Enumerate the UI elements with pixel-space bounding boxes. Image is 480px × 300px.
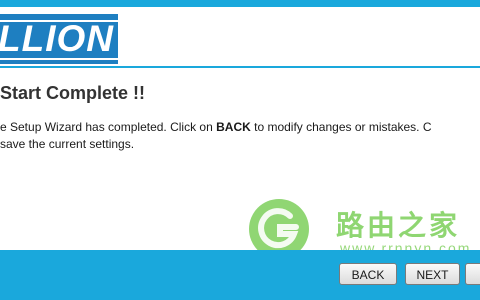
message-line1-suffix: to modify changes or mistakes. C xyxy=(250,120,432,134)
logo-text: LLION xyxy=(0,18,114,59)
completion-message: e Setup Wizard has completed. Click on B… xyxy=(0,119,432,153)
apply-button-partial[interactable] xyxy=(465,263,480,285)
brand-logo: LLION xyxy=(0,14,118,64)
page-title: Start Complete !! xyxy=(0,83,146,103)
watermark-text: 路由之家 xyxy=(336,210,461,241)
top-accent-strip xyxy=(0,0,480,7)
message-line-2: save the current settings. xyxy=(0,137,135,151)
message-line-1: e Setup Wizard has completed. Click on B… xyxy=(0,119,432,136)
next-button[interactable]: NEXT xyxy=(405,263,460,285)
back-button[interactable]: BACK xyxy=(339,263,397,285)
message-back-keyword: BACK xyxy=(216,120,251,134)
message-line1-prefix: e Setup Wizard has completed. Click on xyxy=(0,120,217,134)
header-divider xyxy=(0,66,480,68)
